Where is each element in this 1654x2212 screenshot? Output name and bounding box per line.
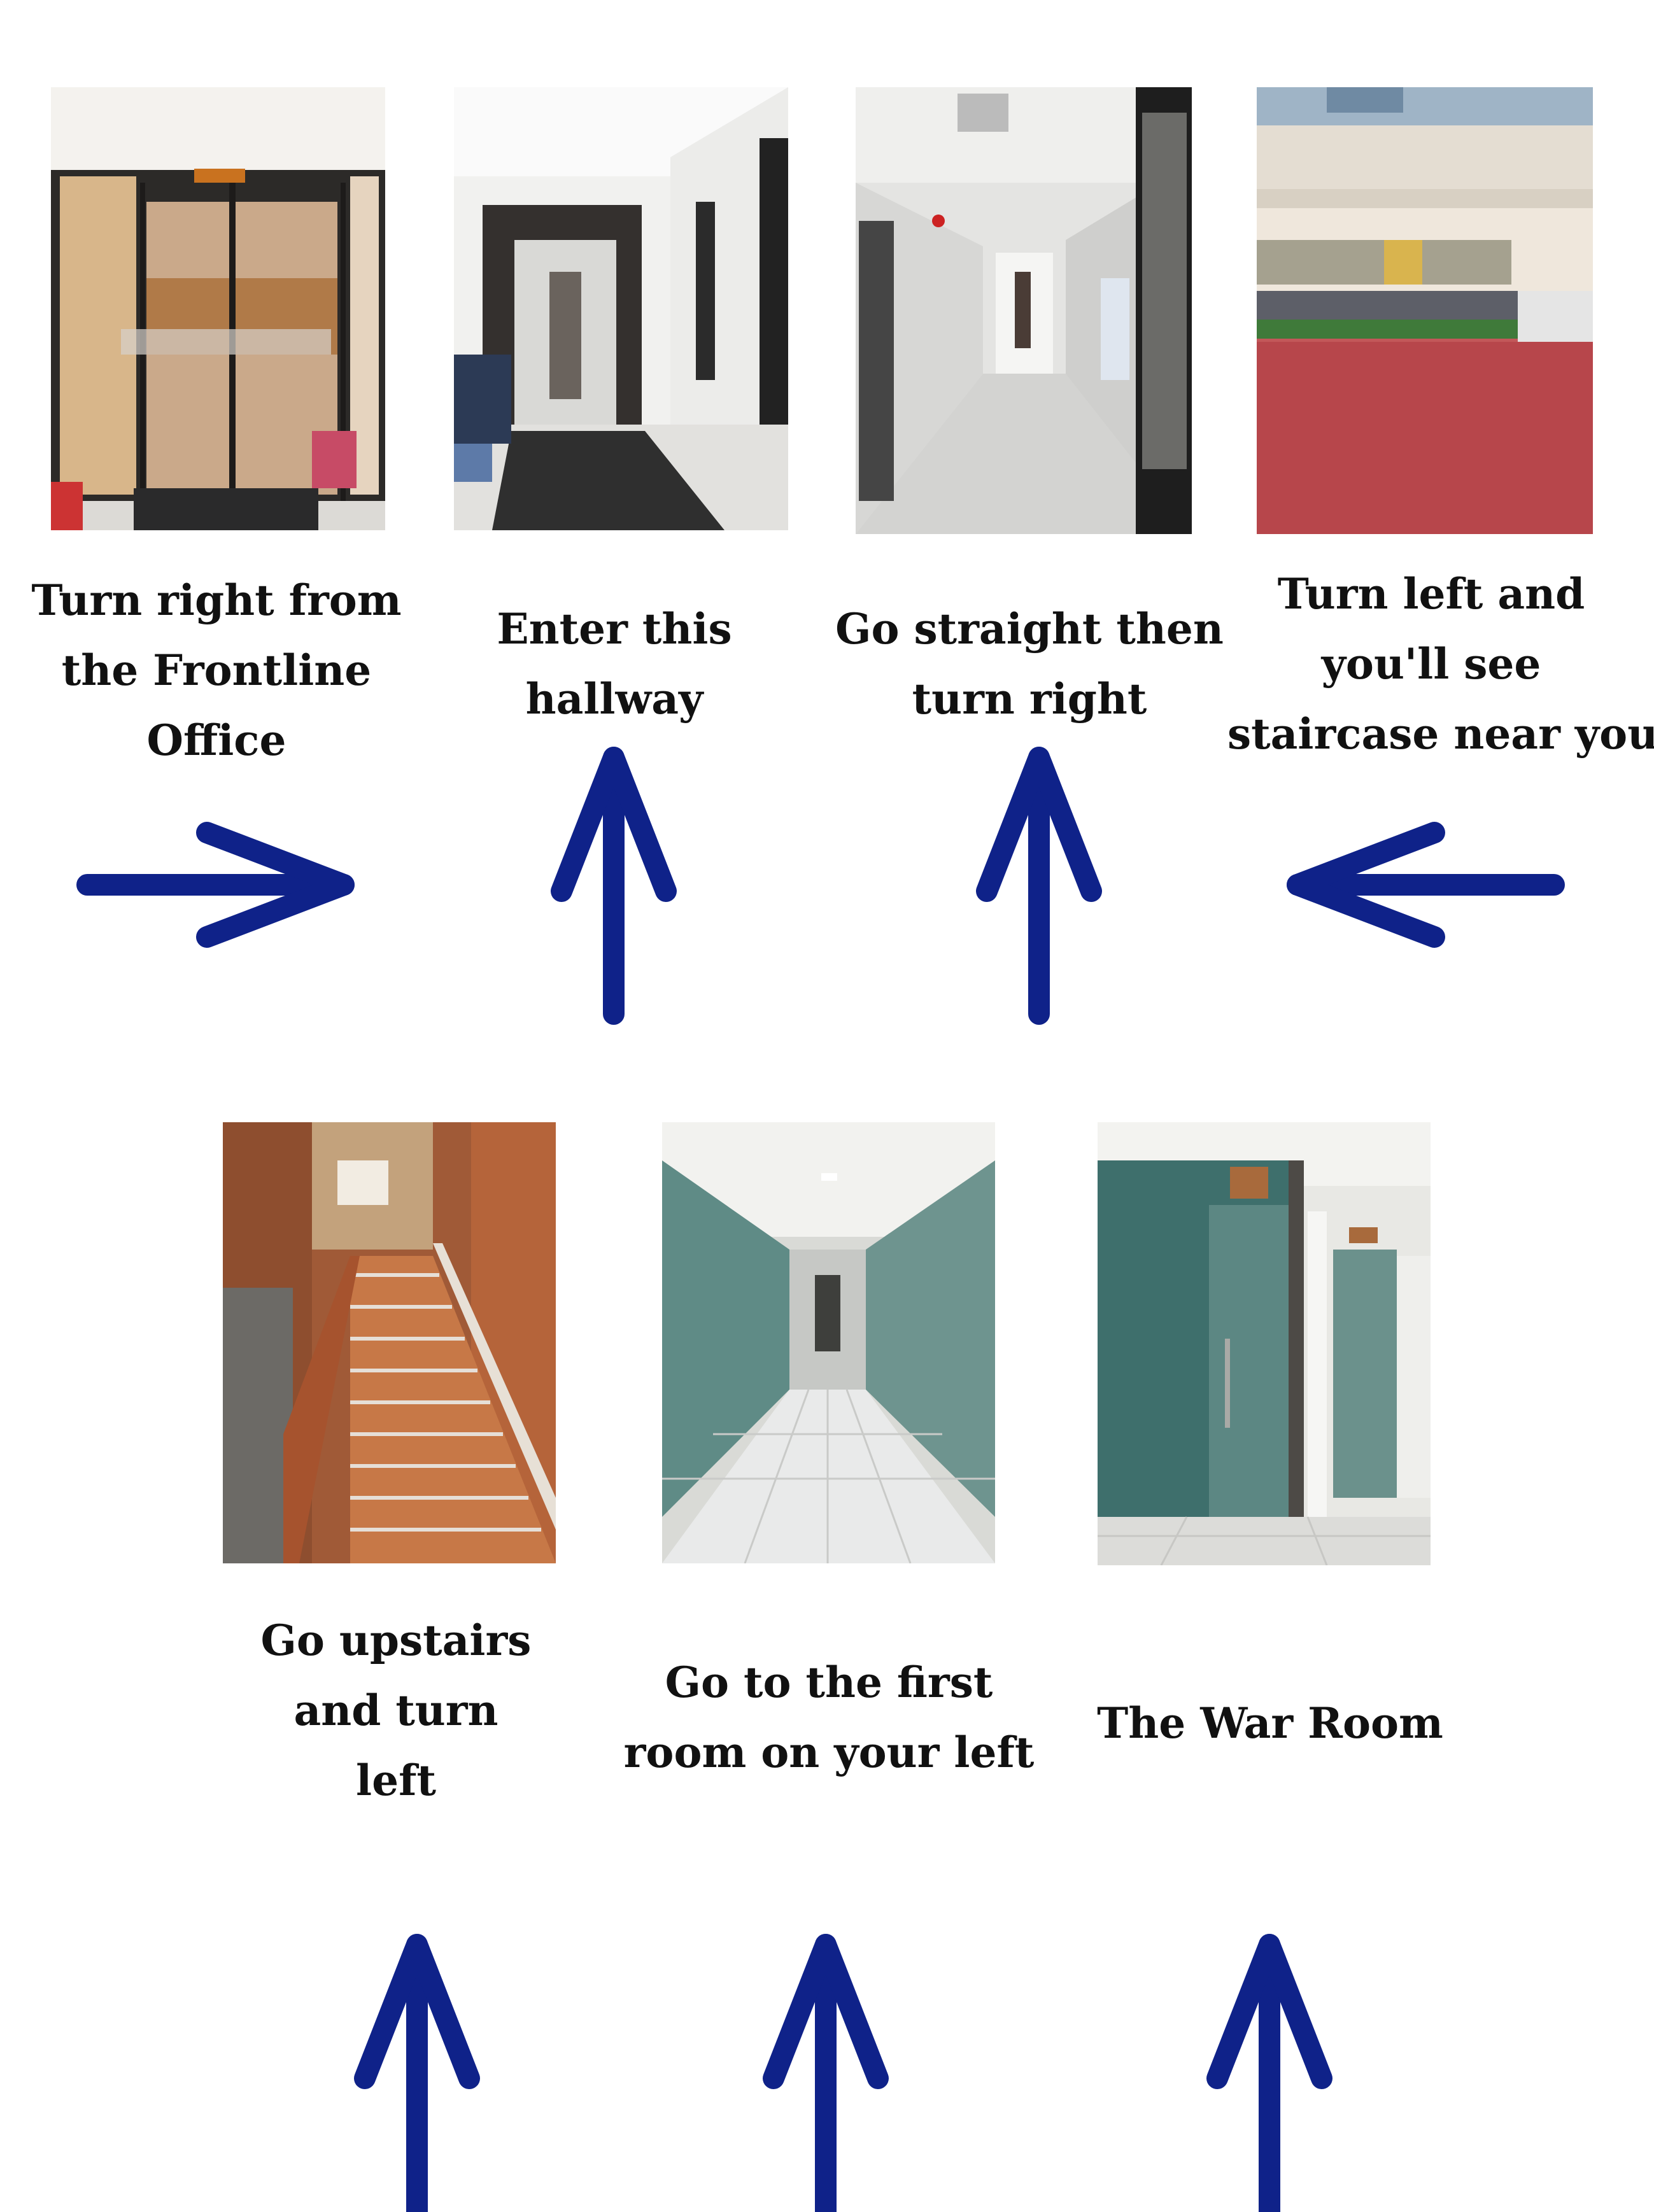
caption-line: Turn left and <box>1277 569 1585 619</box>
caption-line: turn right <box>912 674 1147 724</box>
caption-line: left <box>356 1756 436 1805</box>
caption-line: Go upstairs <box>260 1616 532 1665</box>
step-6-caption: Go to the first room on your left <box>612 1647 1045 1787</box>
caption-line: The War Room <box>1097 1698 1443 1748</box>
step-2-caption: Enter this hallway <box>423 594 805 734</box>
up-arrow-icon <box>762 1932 889 2212</box>
caption-line: and turn <box>293 1686 498 1735</box>
war-room-glass-door-photo <box>1098 1122 1431 1565</box>
caption-line: Office <box>146 715 286 765</box>
right-arrow-icon <box>76 821 357 948</box>
caption-line: you'll see <box>1321 639 1541 689</box>
courtyard-photo <box>1257 87 1593 534</box>
glass-walled-corridor-photo <box>662 1122 995 1563</box>
up-arrow-icon <box>353 1932 481 2212</box>
wooden-staircase-photo <box>223 1122 556 1563</box>
hallway-entrance-photo <box>454 87 788 530</box>
step-4-caption: Turn left and you'll see staircase near … <box>1227 559 1654 769</box>
caption-line: Go straight then <box>835 604 1224 654</box>
left-arrow-icon <box>1285 821 1565 948</box>
caption-line: Go to the first <box>665 1658 993 1707</box>
straight-corridor-photo <box>856 87 1192 534</box>
caption-line: room on your left <box>623 1728 1035 1777</box>
frontline-office-glass-door-photo <box>51 87 385 530</box>
step-3-caption: Go straight then turn right <box>826 594 1233 734</box>
up-arrow-icon <box>975 745 1103 1025</box>
up-arrow-icon <box>1206 1932 1333 2212</box>
caption-line: staircase near you <box>1227 709 1654 759</box>
step-1-caption: Turn right from the Frontline Office <box>25 565 407 775</box>
caption-line: Turn right from <box>31 575 402 625</box>
caption-line: Enter this <box>497 604 732 654</box>
caption-line: the Frontline <box>61 645 372 695</box>
step-5-caption: Go upstairs and turn left <box>205 1605 587 1815</box>
caption-line: hallway <box>525 674 703 724</box>
up-arrow-icon <box>550 745 677 1025</box>
step-7-caption: The War Room <box>1060 1688 1480 1758</box>
